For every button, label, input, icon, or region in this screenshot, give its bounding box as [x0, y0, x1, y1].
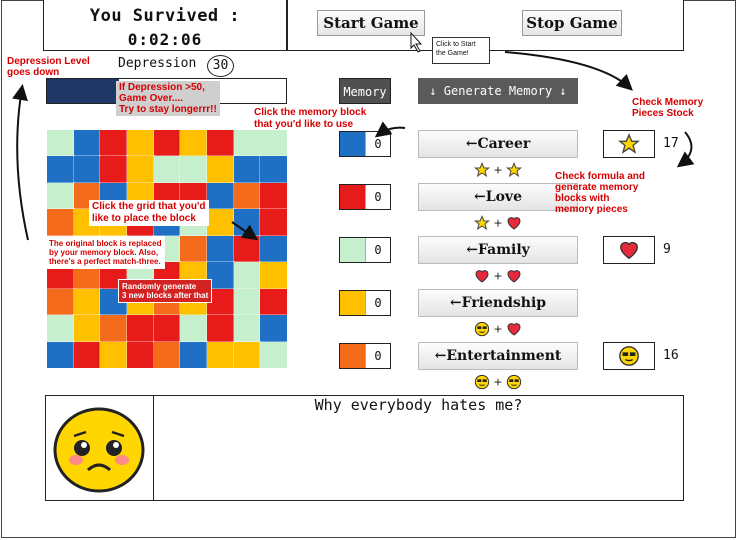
- annotation-arrows: [12, 31, 695, 241]
